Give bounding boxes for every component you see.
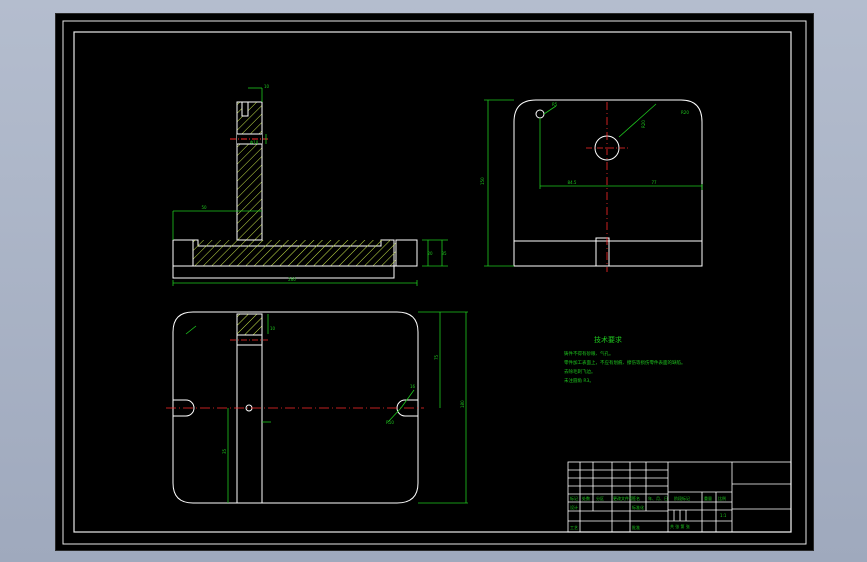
dim-front-right-h1: 20 [427,251,433,256]
tb-label-weight: 重量 [704,495,712,501]
technical-notes: 技术要求 铸件不得有砂眼、气孔。 零件加工表面上，不应有划痕、擦伤等损伤零件表面… [564,335,686,384]
dim-plan-radius: R10 [386,420,394,425]
dim-plan-half-height: 75 [434,354,439,360]
dim-plan-slot-offset: 16 [410,384,416,389]
dim-front-hole: Φ10 [250,140,259,145]
tb-label-change: 更改文件号 [613,495,633,501]
note-2: 零件加工表面上，不应有划痕、擦伤等损伤零件表面的缺陷。 [564,359,686,366]
note-1: 铸件不得有砂眼、气孔。 [564,350,614,357]
dim-side-height: 150 [480,177,485,185]
dim-side-corner: R20 [681,110,689,115]
side-view: 150 84.5 77 R20 R5 R20 [480,99,703,272]
dim-plan-total-height: 180 [460,400,465,408]
dim-plan-left: 35 [222,448,227,454]
plan-view: 180 75 35 R10 16 10 [166,311,468,504]
inner-border [73,31,792,533]
dim-side-radius: R20 [641,120,646,128]
tb-label-count: 处数 [582,495,590,501]
dim-front-overall-width: 260 [288,277,296,282]
tb-label-approve: 批准 [632,524,640,530]
dim-side-left: 84.5 [568,180,577,185]
tb-label-zone: 分区 [596,495,604,501]
note-4: 未注圆角 R3。 [564,377,594,384]
dim-front-left-rise: 50 [201,205,207,210]
tb-label-process: 工艺 [570,525,578,530]
note-3: 去除毛刺飞边。 [564,368,596,375]
drawing-canvas: 260 50 20 35 10 Φ10 150 84.5 77 R20 R5 R… [62,20,807,545]
dim-side-small-hole: R5 [552,102,558,107]
outer-border [62,20,807,545]
tb-label-sheet: 共 张 第 张 [670,523,690,529]
tb-label-stage: 阶段标记 [674,495,690,501]
notes-title: 技术要求 [594,335,622,344]
tb-label-design: 设计 [570,504,578,510]
tb-label-mark: 标记 [570,495,578,501]
title-block-text: 标记 处数 分区 更改文件号 签名 年、月、日 设计 标准化 工艺 批准 阶段标… [570,495,727,530]
cad-viewport: 260 50 20 35 10 Φ10 150 84.5 77 R20 R5 R… [0,0,867,562]
tb-scale-value: 1:1 [720,513,727,518]
drawing-sheet: 260 50 20 35 10 Φ10 150 84.5 77 R20 R5 R… [55,13,814,551]
dim-front-top-slot: 10 [264,84,270,89]
tb-label-sign: 签名 [632,495,640,501]
tb-label-date: 年、月、日 [648,495,668,501]
front-section-view: 260 50 20 35 10 Φ10 [172,84,448,286]
dim-plan-top-small: 10 [270,326,276,331]
dim-side-right: 77 [651,180,657,185]
tb-label-standard: 标准化 [632,504,644,510]
dim-front-right-h2: 35 [441,251,447,256]
tb-label-scale: 比例 [718,495,726,501]
